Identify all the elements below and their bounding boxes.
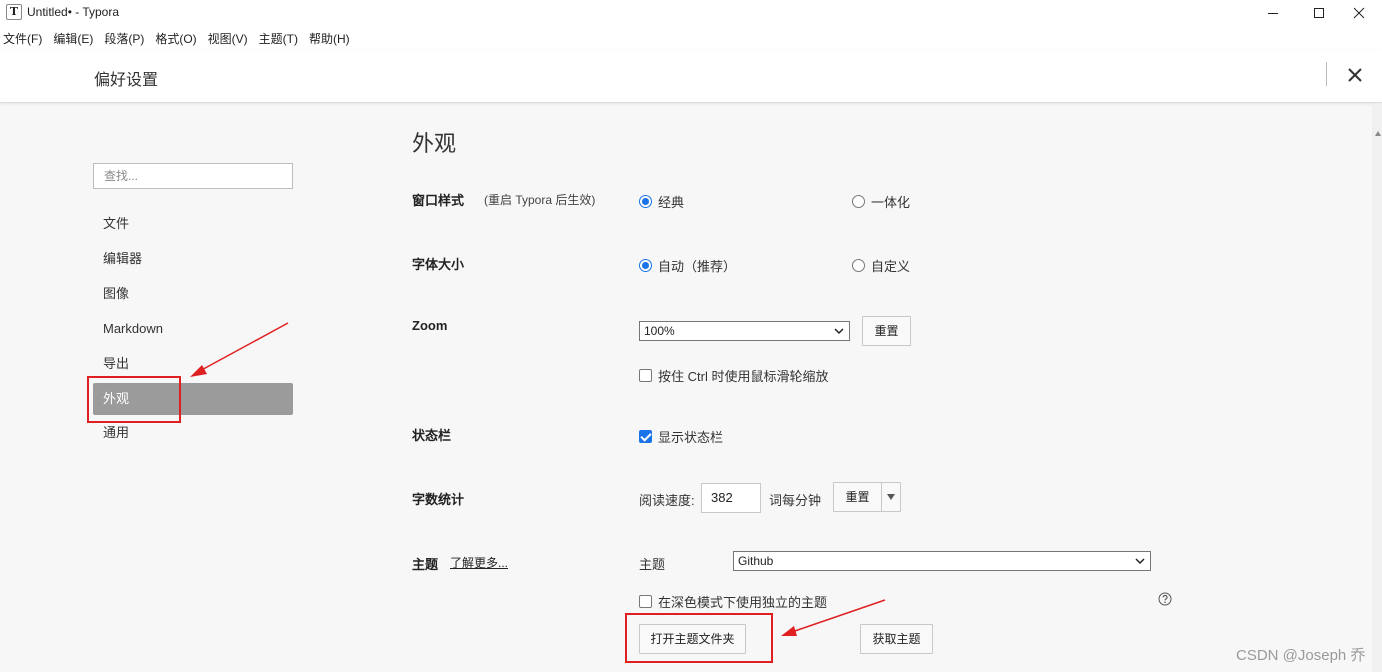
theme-select[interactable]: Github bbox=[733, 551, 1151, 571]
window-style-note: (重启 Typora 后生效) bbox=[484, 193, 596, 207]
reset-dropdown-button[interactable] bbox=[881, 482, 901, 512]
menu-help[interactable]: 帮助(H) bbox=[309, 30, 350, 47]
window-close-button[interactable] bbox=[1336, 0, 1382, 26]
checkbox-icon bbox=[639, 595, 652, 608]
sidebar-item-general[interactable]: 通用 bbox=[93, 417, 293, 449]
chevron-down-icon bbox=[834, 328, 844, 335]
word-count-label: 字数统计 bbox=[412, 492, 465, 507]
theme-value: Github bbox=[738, 554, 774, 568]
preferences-header: 偏好设置 bbox=[0, 50, 1382, 103]
sidebar-item-export[interactable]: 导出 bbox=[93, 348, 293, 380]
dark-mode-theme-checkbox[interactable]: 在深色模式下使用独立的主题 bbox=[639, 592, 827, 611]
radio-checked-icon bbox=[639, 195, 652, 208]
open-theme-folder-button[interactable]: 打开主题文件夹 bbox=[639, 624, 746, 654]
chevron-down-icon bbox=[1135, 558, 1145, 565]
learn-more-link[interactable]: 了解更多... bbox=[450, 554, 508, 571]
watermark: CSDN @Joseph 乔 bbox=[1236, 647, 1366, 664]
radio-icon bbox=[852, 259, 865, 272]
menu-theme[interactable]: 主题(T) bbox=[259, 30, 298, 47]
font-size-label: 字体大小 bbox=[412, 257, 465, 272]
close-preferences-button[interactable] bbox=[1344, 64, 1366, 86]
help-icon[interactable] bbox=[1158, 592, 1172, 606]
typora-app-icon: T bbox=[6, 4, 22, 20]
section-title: 外观 bbox=[412, 131, 457, 156]
theme-label: 主题 bbox=[412, 557, 439, 572]
words-per-minute-label: 词每分钟 bbox=[769, 493, 822, 508]
sidebar-item-editor[interactable]: 编辑器 bbox=[93, 243, 293, 275]
ctrl-wheel-zoom-checkbox[interactable]: 按住 Ctrl 时使用鼠标滑轮缩放 bbox=[639, 366, 828, 385]
zoom-reset-button[interactable]: 重置 bbox=[862, 316, 911, 346]
theme-select-label: 主题 bbox=[639, 557, 666, 572]
reading-speed-label: 阅读速度: bbox=[639, 493, 695, 508]
minimize-icon bbox=[1268, 13, 1278, 14]
reading-speed-input[interactable]: 382 bbox=[701, 483, 761, 513]
radio-label: 一体化 bbox=[871, 195, 911, 210]
font-size-auto-radio[interactable]: 自动（推荐） bbox=[639, 256, 736, 275]
radio-label: 自定义 bbox=[871, 259, 911, 274]
menu-paragraph[interactable]: 段落(P) bbox=[104, 30, 144, 47]
radio-checked-icon bbox=[639, 259, 652, 272]
scroll-up-arrow-icon[interactable] bbox=[1374, 130, 1382, 138]
checkbox-icon bbox=[639, 369, 652, 382]
close-icon bbox=[1353, 7, 1365, 19]
zoom-label: Zoom bbox=[412, 318, 448, 333]
title-bar: T Untitled• - Typora bbox=[0, 0, 1382, 26]
checkbox-label: 按住 Ctrl 时使用鼠标滑轮缩放 bbox=[658, 369, 829, 384]
zoom-select[interactable]: 100% bbox=[639, 321, 850, 341]
maximize-icon bbox=[1314, 8, 1324, 18]
get-themes-button[interactable]: 获取主题 bbox=[860, 624, 933, 654]
checkbox-checked-icon bbox=[639, 430, 652, 443]
menu-bar: 文件(F) 编辑(E) 段落(P) 格式(O) 视图(V) 主题(T) 帮助(H… bbox=[0, 26, 1382, 50]
radio-label: 经典 bbox=[658, 195, 685, 210]
menu-file[interactable]: 文件(F) bbox=[3, 30, 42, 47]
menu-format[interactable]: 格式(O) bbox=[155, 30, 196, 47]
sidebar-item-image[interactable]: 图像 bbox=[93, 278, 293, 310]
sidebar-item-appearance[interactable]: 外观 bbox=[93, 383, 293, 415]
sidebar-item-file[interactable]: 文件 bbox=[93, 208, 293, 240]
minimize-button[interactable] bbox=[1250, 0, 1296, 26]
menu-edit[interactable]: 编辑(E) bbox=[53, 30, 93, 47]
window-style-unified-radio[interactable]: 一体化 bbox=[852, 192, 910, 211]
header-divider bbox=[1326, 62, 1327, 86]
show-status-bar-checkbox[interactable]: 显示状态栏 bbox=[639, 427, 723, 446]
scrollbar[interactable] bbox=[1372, 104, 1382, 672]
radio-label: 自动（推荐） bbox=[658, 259, 737, 274]
status-bar-label: 状态栏 bbox=[412, 428, 452, 443]
window-style-classic-radio[interactable]: 经典 bbox=[639, 192, 684, 211]
word-count-reset-button[interactable]: 重置 bbox=[833, 482, 882, 512]
checkbox-label: 在深色模式下使用独立的主题 bbox=[658, 595, 828, 610]
font-size-custom-radio[interactable]: 自定义 bbox=[852, 256, 910, 275]
search-input[interactable] bbox=[93, 163, 293, 189]
caret-down-icon bbox=[887, 494, 895, 500]
window-title: Untitled• - Typora bbox=[27, 5, 120, 19]
preferences-title: 偏好设置 bbox=[94, 72, 159, 89]
close-icon bbox=[1348, 68, 1362, 82]
radio-icon bbox=[852, 195, 865, 208]
sidebar-item-markdown[interactable]: Markdown bbox=[93, 313, 293, 345]
checkbox-label: 显示状态栏 bbox=[658, 430, 724, 445]
window-style-label: 窗口样式 bbox=[412, 193, 465, 208]
zoom-value: 100% bbox=[644, 324, 675, 338]
menu-view[interactable]: 视图(V) bbox=[208, 30, 248, 47]
